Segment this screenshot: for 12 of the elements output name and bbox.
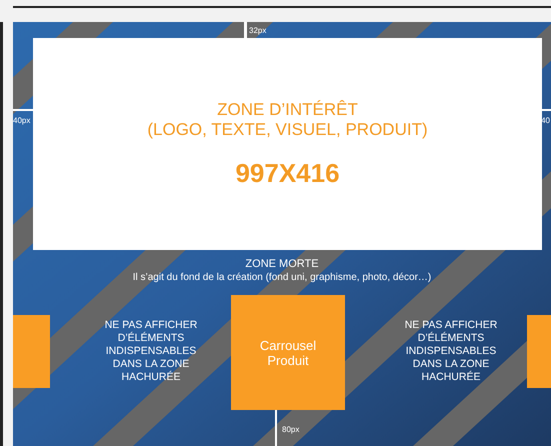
dead-zone-title: ZONE MORTE <box>245 258 319 271</box>
carousel-label: Carrousel Produit <box>258 338 318 368</box>
warning-text: NE PAS AFFICHER D’ÉLÉMENTS INDISPENSABLES DANS LA ZONE HACHURÉE <box>104 319 198 384</box>
zone-size: 997X416 <box>235 156 340 190</box>
margin-label: 80px <box>282 424 300 436</box>
zone-subtitle: (LOGO, TEXTE, VISUEL, PRODUIT) <box>147 120 428 140</box>
margin-label: 32px <box>249 25 266 37</box>
margin-label: 40 <box>541 115 550 127</box>
warning-text: NE PAS AFFICHER D’ÉLÉMENTS INDISPENSABLES DANS LA ZONE HACHURÉE <box>404 319 498 384</box>
zone-title: ZONE D’INTÉRÊT <box>217 100 358 120</box>
dead-zone-description: Il s’agit du fond de la création (fond uni, graphisme, photo, décor…) <box>132 271 432 284</box>
margin-label: 40px <box>13 115 30 127</box>
